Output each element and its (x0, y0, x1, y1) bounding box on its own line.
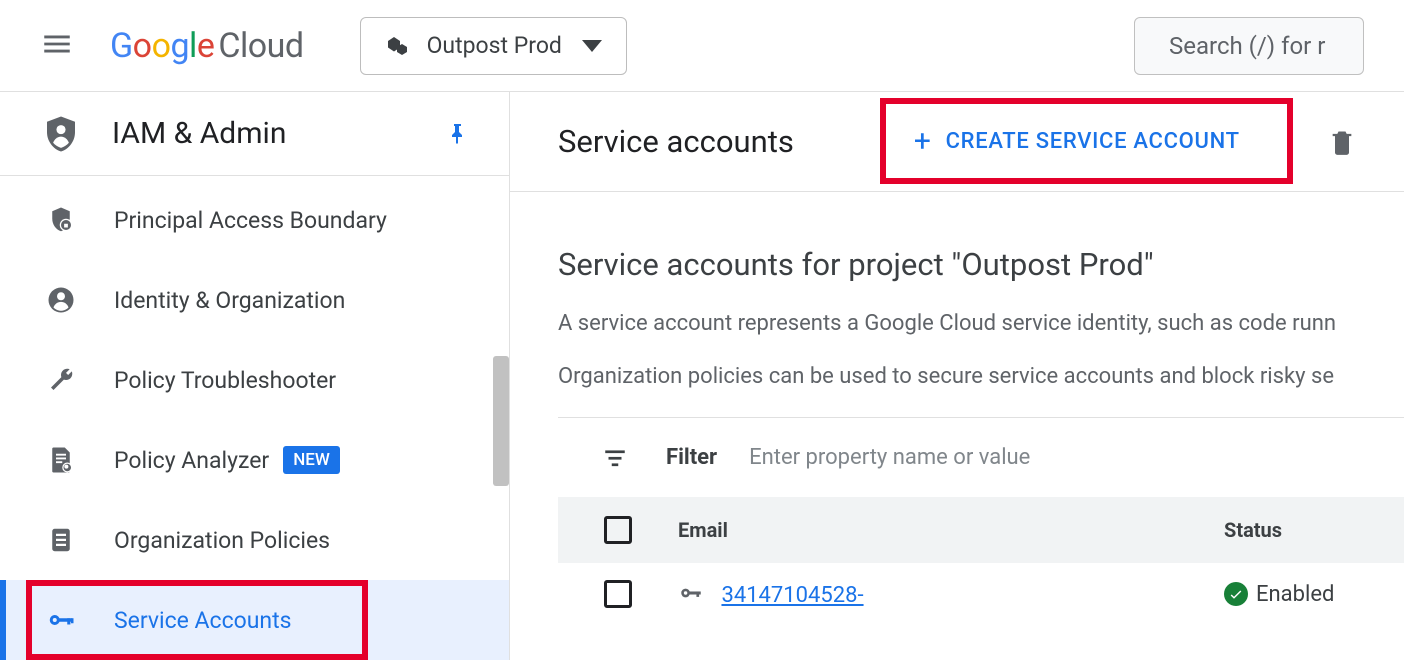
sidebar-nav: Principal Access Boundary Identity & Org… (0, 176, 509, 660)
sidebar-item-label: Policy Troubleshooter (114, 367, 336, 394)
delete-icon[interactable] (1328, 128, 1356, 156)
wrench-icon (46, 365, 76, 395)
create-button-label: CREATE SERVICE ACCOUNT (946, 129, 1240, 154)
project-name-label: Outpost Prod (427, 32, 562, 59)
search-placeholder: Search (/) for r (1169, 32, 1325, 60)
content-description-1: A service account represents a Google Cl… (558, 311, 1404, 336)
chevron-down-icon (582, 39, 602, 53)
iam-shield-icon (40, 110, 82, 158)
create-service-account-button[interactable]: + CREATE SERVICE ACCOUNT (914, 124, 1240, 159)
sidebar-item-service-accounts[interactable]: Service Accounts (0, 580, 509, 660)
project-icon (385, 34, 409, 58)
new-badge: NEW (283, 446, 340, 474)
sidebar-item-policy-troubleshooter[interactable]: Policy Troubleshooter (0, 340, 509, 420)
enabled-check-icon (1224, 582, 1248, 606)
filter-bar[interactable]: Filter Enter property name or value (558, 417, 1404, 497)
person-icon (46, 285, 76, 315)
document-search-icon (46, 445, 76, 475)
service-account-email-link[interactable]: 34147104528- (721, 583, 863, 608)
filter-placeholder: Enter property name or value (749, 445, 1030, 470)
page-title: Service accounts (558, 123, 794, 160)
content-description-2: Organization policies can be used to sec… (558, 364, 1404, 389)
sidebar-item-label: Service Accounts (114, 607, 292, 634)
document-icon (46, 525, 76, 555)
filter-label: Filter (666, 445, 717, 470)
column-header-email[interactable]: Email (678, 518, 1224, 542)
shield-lock-icon (46, 205, 76, 235)
google-cloud-logo: Google Cloud (110, 26, 304, 66)
sidebar-item-label: Identity & Organization (114, 287, 345, 314)
sidebar-item-identity-organization[interactable]: Identity & Organization (0, 260, 509, 340)
pin-icon[interactable] (445, 119, 469, 149)
table-header-row: Email Status (558, 497, 1404, 563)
table-row: 34147104528- Enabled (558, 563, 1404, 625)
sidebar-item-policy-analyzer[interactable]: Policy Analyzer NEW (0, 420, 509, 500)
select-all-checkbox[interactable] (604, 516, 632, 544)
key-icon (678, 580, 704, 606)
project-selector[interactable]: Outpost Prod (360, 17, 627, 75)
hamburger-icon (40, 27, 74, 61)
row-checkbox[interactable] (604, 580, 632, 608)
main-content: Service accounts + CREATE SERVICE ACCOUN… (510, 92, 1404, 660)
sidebar-item-label: Policy Analyzer (114, 447, 269, 474)
search-input[interactable]: Search (/) for r (1134, 17, 1364, 75)
column-header-status[interactable]: Status (1224, 518, 1404, 542)
sidebar-item-principal-access-boundary[interactable]: Principal Access Boundary (0, 180, 509, 260)
sidebar-item-label: Principal Access Boundary (114, 207, 387, 234)
sidebar-item-label: Organization Policies (114, 527, 330, 554)
sidebar-scrollbar[interactable] (493, 356, 509, 486)
sidebar-item-organization-policies[interactable]: Organization Policies (0, 500, 509, 580)
filter-icon (602, 445, 628, 471)
content-heading: Service accounts for project "Outpost Pr… (558, 246, 1404, 283)
status-text: Enabled (1256, 582, 1334, 607)
plus-icon: + (914, 124, 932, 159)
menu-button[interactable] (40, 27, 80, 65)
key-icon (46, 605, 76, 635)
sidebar-title: IAM & Admin (112, 116, 445, 151)
sidebar: IAM & Admin Principal Access Boundary Id… (0, 92, 510, 660)
